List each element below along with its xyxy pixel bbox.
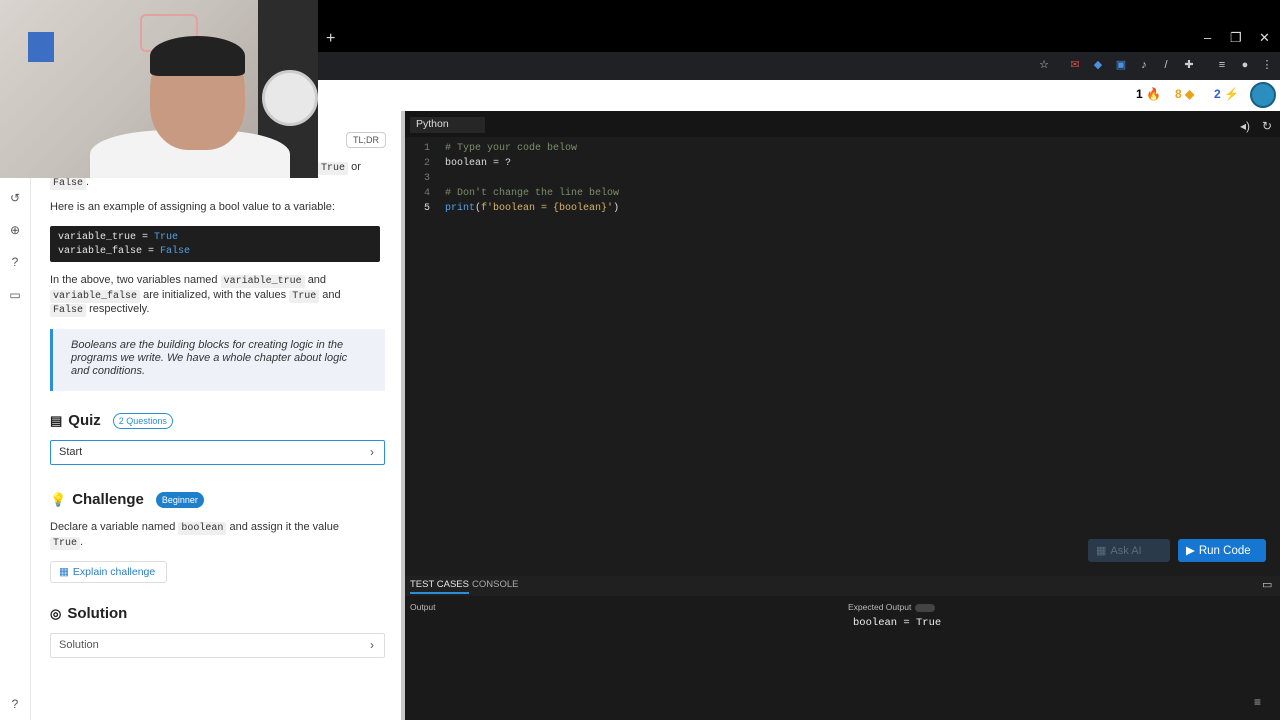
calendar-icon: ▦ <box>59 566 69 578</box>
code-line: variable_false = False <box>58 246 191 257</box>
code-line-5[interactable]: 5 print(f'boolean = {boolean}') <box>410 201 619 216</box>
paragraph-line-2: variable_false are initialized, with the… <box>50 289 341 303</box>
expected-output-label: Expected Output <box>848 602 936 612</box>
webcam-overlay <box>0 0 318 178</box>
flame-icon: 🔥 <box>1146 87 1161 101</box>
code-line: variable_true = True <box>58 232 179 243</box>
target-icon: ◎ <box>50 605 62 621</box>
hamburger-icon[interactable]: ≡ <box>1254 695 1261 709</box>
help-circle-icon[interactable]: ? <box>8 697 22 711</box>
lightbulb-icon: 💡 <box>50 491 67 507</box>
results-panel <box>405 576 1280 720</box>
solution-button[interactable]: Solution › <box>50 633 385 658</box>
speaker-icon[interactable]: ◂) <box>1240 119 1250 133</box>
paragraph-line-3: False respectively. <box>50 303 149 317</box>
results-tabbar <box>405 576 1280 596</box>
code-example: variable_true = True variable_false = Fa… <box>50 226 380 262</box>
output-label: Output <box>410 602 436 612</box>
expected-output-value: boolean = True <box>853 617 942 629</box>
extension-icon[interactable]: / <box>1159 58 1173 72</box>
new-tab-button[interactable]: + <box>326 30 335 48</box>
code-editor[interactable] <box>405 111 1280 576</box>
quiz-heading: ▤ Quiz 2 Questions <box>50 412 173 429</box>
quiz-start-button[interactable]: Start › <box>50 440 385 465</box>
puzzle-icon[interactable]: ✚ <box>1182 58 1196 72</box>
media-icon[interactable]: ≡ <box>1215 58 1229 72</box>
avatar[interactable] <box>1250 82 1276 108</box>
close-window-button[interactable]: ✕ <box>1259 30 1270 46</box>
run-code-button[interactable]: ▶ Run Code <box>1178 539 1266 562</box>
challenge-heading: 💡 Challenge Beginner <box>50 491 204 508</box>
energy-counter[interactable]: 2 ⚡ <box>1214 87 1239 101</box>
history-icon[interactable]: ↺ <box>8 191 22 205</box>
quiz-count-badge: 2 Questions <box>112 412 173 429</box>
quiz-icon: ▤ <box>50 412 63 428</box>
tab-console[interactable]: CONSOLE <box>472 579 518 590</box>
calendar-icon: ▦ <box>1096 545 1107 557</box>
zoom-icon[interactable]: ⊕ <box>8 223 22 237</box>
menu-icon[interactable]: ⋮ <box>1260 58 1274 72</box>
tab-python[interactable]: Python <box>410 117 485 133</box>
expand-icon[interactable]: ▭ <box>1262 578 1272 591</box>
code-line-2[interactable]: 2 boolean = ? <box>410 156 511 171</box>
streak-counter[interactable]: 1 🔥 <box>1136 87 1161 101</box>
chevron-right-icon: › <box>370 638 374 652</box>
expected-toggle[interactable] <box>915 603 936 612</box>
info-quote: Booleans are the building blocks for cre… <box>50 329 385 391</box>
tldr-button[interactable]: TL;DR <box>346 132 387 148</box>
challenge-text-1: Declare a variable named boolean and ass… <box>50 521 339 535</box>
gem-icon: ◆ <box>1185 87 1195 101</box>
profile-icon[interactable]: ● <box>1238 58 1252 72</box>
intro-line: True or <box>318 161 361 175</box>
code-line-3[interactable]: 3 <box>410 171 445 186</box>
code-line-1[interactable]: 1 # Type your code below <box>410 141 577 156</box>
solution-heading: ◎ Solution <box>50 605 128 622</box>
minimize-button[interactable]: – <box>1204 30 1211 45</box>
extension-icon[interactable]: ▣ <box>1114 58 1128 72</box>
gmail-icon[interactable]: ✉ <box>1068 58 1082 72</box>
editor-tabbar <box>405 111 1280 137</box>
gems-counter[interactable]: 8 ◆ <box>1175 87 1194 101</box>
star-icon[interactable]: ☆ <box>1037 58 1051 72</box>
ask-ai-button[interactable]: ▦ Ask AI <box>1088 539 1170 562</box>
comment-icon[interactable]: ▭ <box>8 288 22 302</box>
volume-icon[interactable]: ♪ <box>1137 58 1151 72</box>
challenge-text-2: True. <box>50 536 83 550</box>
reset-icon[interactable]: ↻ <box>1262 119 1272 133</box>
example-text: Here is an example of assigning a bool v… <box>50 201 335 213</box>
chevron-right-icon: › <box>370 445 374 459</box>
explain-challenge-button[interactable]: ▦ Explain challenge <box>50 561 167 583</box>
code-line-4[interactable]: 4 # Don't change the line below <box>410 186 619 201</box>
difficulty-badge: Beginner <box>155 491 204 508</box>
extension-icon[interactable]: ◆ <box>1091 58 1105 72</box>
maximize-button[interactable]: ❐ <box>1230 30 1242 46</box>
play-icon: ▶ <box>1186 545 1195 557</box>
help-icon[interactable]: ? <box>8 255 22 269</box>
tab-test-cases[interactable]: TEST CASES <box>410 579 469 594</box>
bolt-icon: ⚡ <box>1224 87 1239 101</box>
paragraph-line-1: In the above, two variables named variab… <box>50 274 327 288</box>
